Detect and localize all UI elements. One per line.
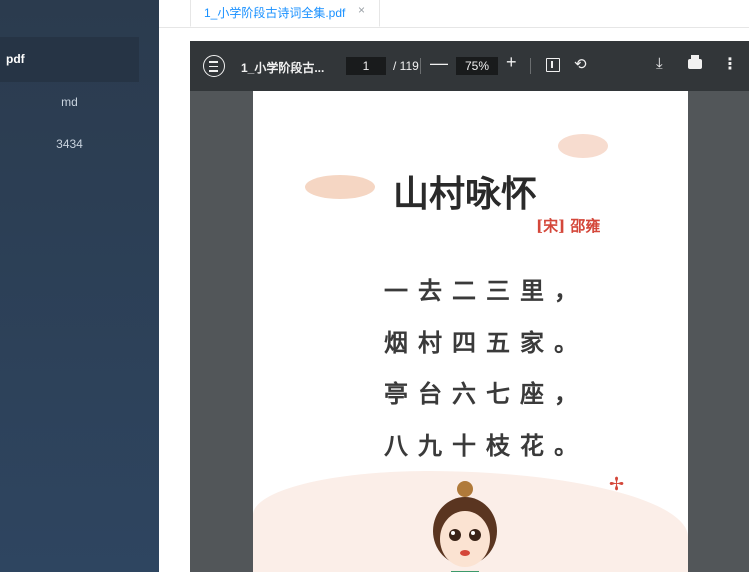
zoom-out-button[interactable]: — (430, 53, 448, 74)
pdf-file-title: 1_小学阶段古... (241, 61, 325, 75)
page-number-input[interactable]: 1 (346, 57, 386, 75)
menu-icon[interactable] (203, 55, 225, 77)
pdf-toolbar: 1_小学阶段古... 1 / 119 — 75% + ⟲ ⤓ ⋮ (190, 41, 749, 91)
dragonfly-icon: ✢ (609, 474, 625, 494)
poem-line: 亭台六七座， (384, 379, 588, 408)
poem-line: 一去二三里， (384, 276, 588, 305)
sidebar-item-pdf[interactable]: pdf (0, 37, 139, 82)
pdf-page: 山村咏怀 [宋] 邵雍 一去二三里， 烟村四五家。 亭台六七座， 八九十枝花。 … (253, 91, 688, 572)
poem-title: 山村咏怀 (393, 173, 538, 215)
poem-line: 烟村四五家。 (384, 328, 588, 357)
print-icon[interactable] (688, 55, 702, 69)
main-content: 1_小学阶段古诗词全集.pdf × 1_小学阶段古... 1 / 119 — 7… (159, 0, 749, 572)
zoom-level-input[interactable]: 75% (456, 57, 498, 75)
tab-pdf-file[interactable]: 1_小学阶段古诗词全集.pdf × (190, 0, 380, 27)
rotate-icon[interactable]: ⟲ (574, 55, 587, 73)
fit-page-icon[interactable] (546, 58, 560, 72)
child-illustration (433, 481, 497, 572)
close-icon[interactable]: × (358, 3, 365, 17)
tab-label[interactable]: 1_小学阶段古诗词全集.pdf (204, 4, 345, 21)
sidebar-item-label: md (61, 95, 78, 109)
toolbar-divider (420, 58, 421, 74)
pdf-viewer: 1_小学阶段古... 1 / 119 — 75% + ⟲ ⤓ ⋮ 山村咏怀 [宋… (190, 41, 749, 572)
sidebar-item-label: 3434 (56, 137, 83, 151)
download-icon[interactable]: ⤓ (656, 55, 663, 72)
more-icon[interactable]: ⋮ (722, 54, 738, 74)
total-pages: / 119 (393, 59, 419, 73)
poem-line: 八九十枝花。 (384, 431, 588, 460)
sidebar-item-3434[interactable]: 3434 (0, 122, 139, 167)
poem-author: [宋] 邵雍 (536, 217, 601, 235)
sidebar-item-md[interactable]: md (0, 80, 139, 125)
zoom-in-button[interactable]: + (506, 52, 517, 73)
cloud-decoration (558, 134, 608, 158)
toolbar-divider (530, 58, 531, 74)
tab-bar: 1_小学阶段古诗词全集.pdf × (159, 0, 749, 28)
cloud-decoration (305, 175, 375, 199)
sidebar: pdf md 3434 (0, 0, 159, 572)
sidebar-item-label: pdf (6, 52, 25, 66)
